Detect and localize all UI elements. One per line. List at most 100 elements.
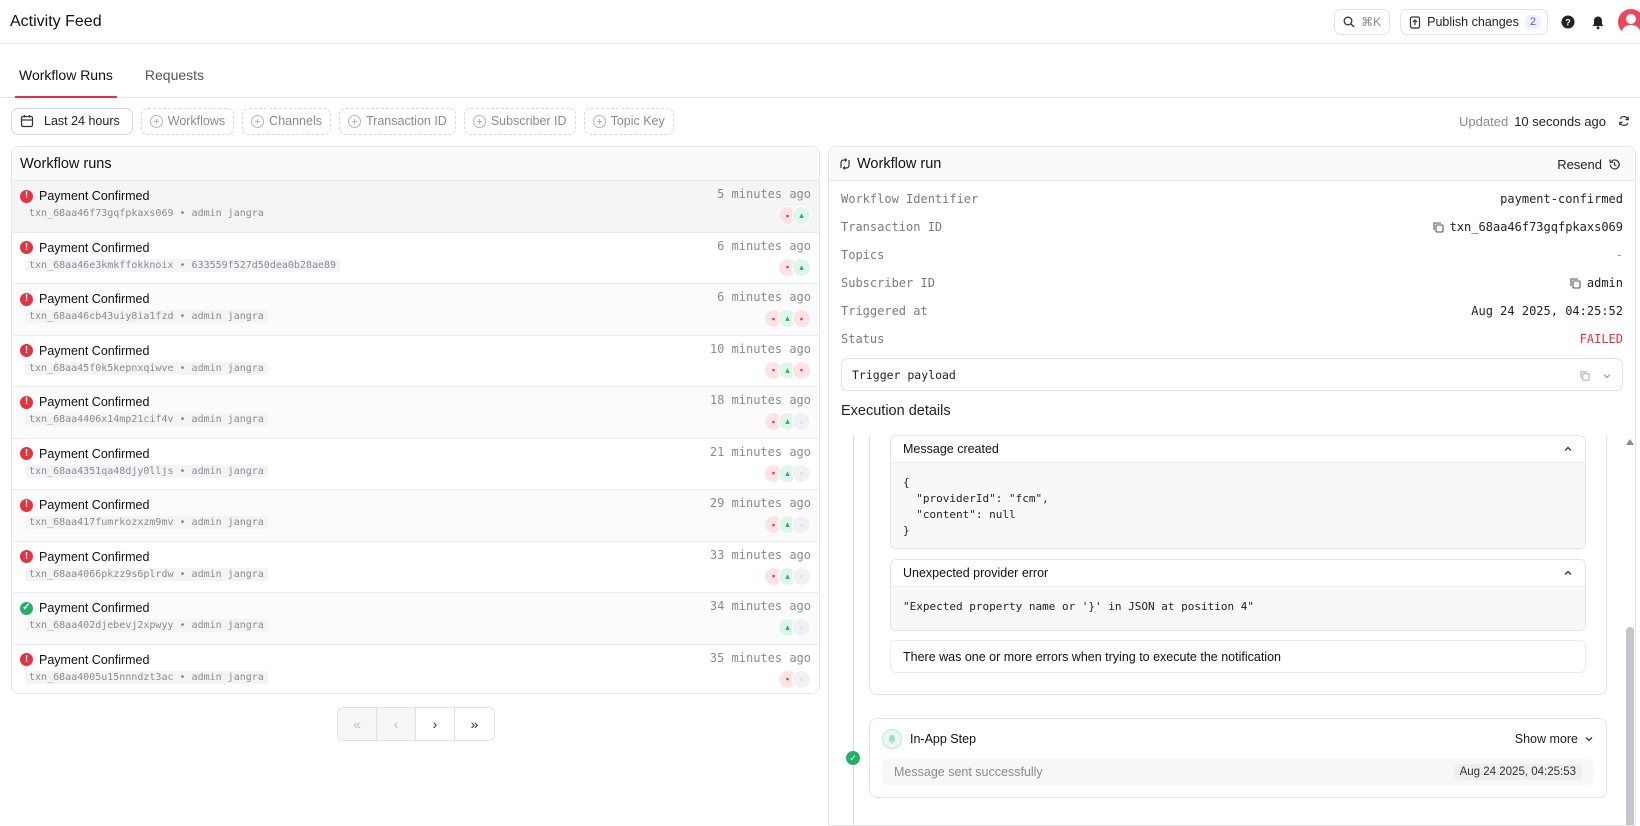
refresh-icon[interactable] xyxy=(1618,115,1630,127)
trigger-payload-accordion[interactable]: Trigger payload xyxy=(841,358,1623,391)
run-subtitle: txn_68aa402djebevj2xpwyy • admin jangra xyxy=(25,619,268,632)
message-created-header[interactable]: Message created xyxy=(891,436,1585,463)
plus-circle-icon xyxy=(251,114,265,128)
chevron-down-icon[interactable] xyxy=(1602,371,1612,381)
timeline-line xyxy=(853,435,854,825)
run-title-line: ! Payment Confirmed xyxy=(20,653,811,667)
subscriber-id-filter-label: Subscriber ID xyxy=(490,114,567,128)
workflow-run-panel: Workflow run Resend Workflow Identifier … xyxy=(828,146,1636,826)
in-app-step-message-text: Message sent successfully xyxy=(894,765,1043,779)
workflow-run-row[interactable]: ! Payment Confirmed txn_68aa4406x14mp21cif… xyxy=(12,387,819,439)
date-range-filter[interactable]: Last 24 hours xyxy=(11,107,133,135)
scrollbar-thumb[interactable] xyxy=(1626,627,1634,825)
workflow-run-row[interactable]: ! Payment Confirmed txn_68aa417fumrkozxzm9… xyxy=(12,490,819,542)
search-shortcut: ⌘K xyxy=(1361,15,1382,29)
run-title-line: ! Payment Confirmed xyxy=(20,292,811,306)
subscriber-id-value: admin xyxy=(1586,276,1623,290)
run-title-line: ! Payment Confirmed xyxy=(20,550,811,564)
publish-changes-button[interactable]: Publish changes 2 xyxy=(1400,9,1548,35)
workflow-identifier-value: payment-confirmed xyxy=(1500,192,1623,206)
workflow-run-row[interactable]: ! Payment Confirmed txn_68aa4351qa48djy0ll… xyxy=(12,439,819,490)
provider-error-card: Unexpected provider error "Expected prop… xyxy=(890,559,1586,631)
run-channels: ▪ ▴ ▫ xyxy=(764,515,811,534)
search-button[interactable]: ⌘K xyxy=(1334,9,1391,35)
scrollbar[interactable] xyxy=(1625,435,1635,825)
copy-icon[interactable] xyxy=(1433,221,1444,233)
copy-icon[interactable] xyxy=(1570,277,1581,289)
error-status-icon: ! xyxy=(20,292,33,306)
in-app-step-header: In-App Step Show more xyxy=(870,719,1606,759)
field-label: Transaction ID xyxy=(841,220,943,234)
run-channels: ▪ ▴ ▪ xyxy=(764,309,811,328)
workflow-run-row[interactable]: ! Payment Confirmed txn_68aa45f0k5kepnxqiw… xyxy=(12,336,819,387)
run-title-line: ✓ Payment Confirmed xyxy=(20,601,811,615)
run-title: Payment Confirmed xyxy=(39,395,150,409)
success-status-icon: ✓ xyxy=(20,601,33,615)
tab-requests[interactable]: Requests xyxy=(145,67,204,97)
transaction-id-row: Transaction ID txn_68aa46f73gqfpkaxs069 xyxy=(829,213,1635,241)
run-subtitle: txn_68aa45f0k5kepnxqiwve • admin jangra xyxy=(25,361,268,375)
workflow-runs-list: ! Payment Confirmed txn_68aa46f73gqfpkaxs0… xyxy=(12,181,819,694)
run-channels: ▪ ▴ ▫ xyxy=(764,412,811,431)
run-time: 34 minutes ago xyxy=(709,599,811,613)
show-more-label: Show more xyxy=(1514,732,1578,746)
step-success-icon: ✓ xyxy=(846,751,860,765)
show-more-button[interactable]: Show more xyxy=(1515,719,1594,759)
workflow-run-row[interactable]: ! Payment Confirmed txn_68aa4005u15nnndzt3… xyxy=(12,645,819,694)
bell-icon[interactable] xyxy=(1588,12,1608,32)
workflow-run-row[interactable]: ! Payment Confirmed txn_68aa4066pkzz9s6plr… xyxy=(12,542,819,593)
workflow-run-row[interactable]: ! Payment Confirmed txn_68aa46cb43uiy8ia1f… xyxy=(12,284,819,336)
pagination: « ‹ › » xyxy=(337,707,495,741)
plus-circle-icon xyxy=(472,114,486,128)
execution-details-title: Execution details xyxy=(841,403,951,419)
transaction-id-filter-label: Transaction ID xyxy=(366,114,447,128)
error-status-icon: ! xyxy=(20,344,33,357)
run-channels: ▪ ▴ xyxy=(778,257,811,277)
run-subtitle: txn_68aa4066pkzz9s6plrdw • admin jangra xyxy=(25,567,268,581)
chevron-up-icon[interactable] xyxy=(1563,568,1573,578)
in-app-step-message: Message sent successfully Aug 24 2025, 0… xyxy=(882,759,1594,785)
resend-button[interactable]: Resend xyxy=(1557,147,1621,181)
channels-filter-label: Channels xyxy=(269,114,322,128)
run-time: 6 minutes ago xyxy=(717,290,811,304)
run-title: Payment Confirmed xyxy=(39,343,150,358)
workflow-run-row[interactable]: ! Payment Confirmed txn_68aa46e3kmkffokkno… xyxy=(12,233,819,284)
topics-row: Topics - xyxy=(829,241,1635,269)
tab-workflow-runs[interactable]: Workflow Runs xyxy=(15,67,117,98)
workflow-run-row[interactable]: ✓ Payment Confirmed txn_68aa402djebevj2xpw… xyxy=(12,593,819,645)
run-time: 6 minutes ago xyxy=(717,238,811,253)
help-icon[interactable]: ? xyxy=(1558,12,1578,32)
run-subtitle: txn_68aa46f73gqfpkaxs069 • admin jangra xyxy=(25,207,268,220)
copy-icon[interactable] xyxy=(1580,370,1590,381)
channel-failed-icon: ▪ xyxy=(792,360,811,380)
chevron-up-icon[interactable] xyxy=(1563,444,1573,454)
run-time: 5 minutes ago xyxy=(717,187,811,201)
channel-success-icon: ▴ xyxy=(792,206,811,225)
channel-pending-icon: ▫ xyxy=(792,463,811,483)
run-subtitle: txn_68aa4351qa48djy0lljs • admin jangra xyxy=(25,464,268,478)
run-title: Payment Confirmed xyxy=(39,240,150,255)
tab-bar: Workflow Runs Requests xyxy=(0,44,1640,98)
workflow-icon xyxy=(840,157,850,170)
run-title: Payment Confirmed xyxy=(39,549,150,564)
provider-error-header[interactable]: Unexpected provider error xyxy=(891,560,1585,587)
plus-circle-icon xyxy=(149,114,163,128)
first-page-button[interactable]: « xyxy=(338,708,377,740)
avatar[interactable] xyxy=(1618,9,1640,35)
next-page-button[interactable]: › xyxy=(416,708,455,740)
channel-failed-icon: ▪ xyxy=(792,309,811,328)
channels-filter[interactable]: Channels xyxy=(242,107,331,135)
scroll-up-arrow-icon[interactable] xyxy=(1626,439,1634,445)
in-app-step-title: In-App Step xyxy=(910,732,977,746)
workflow-runs-title: Workflow runs xyxy=(12,147,819,181)
prev-page-button[interactable]: ‹ xyxy=(377,708,416,740)
topic-key-filter[interactable]: Topic Key xyxy=(583,107,674,135)
run-title-line: ! Payment Confirmed xyxy=(20,241,811,255)
run-title-line: ! Payment Confirmed xyxy=(20,498,811,512)
transaction-id-filter[interactable]: Transaction ID xyxy=(339,107,456,135)
workflows-filter[interactable]: Workflows xyxy=(140,107,235,135)
last-page-button[interactable]: » xyxy=(455,708,494,740)
subscriber-id-filter[interactable]: Subscriber ID xyxy=(463,107,576,135)
channel-pending-icon: ▫ xyxy=(792,669,811,689)
workflow-run-row[interactable]: ! Payment Confirmed txn_68aa46f73gqfpkaxs0… xyxy=(12,181,819,233)
